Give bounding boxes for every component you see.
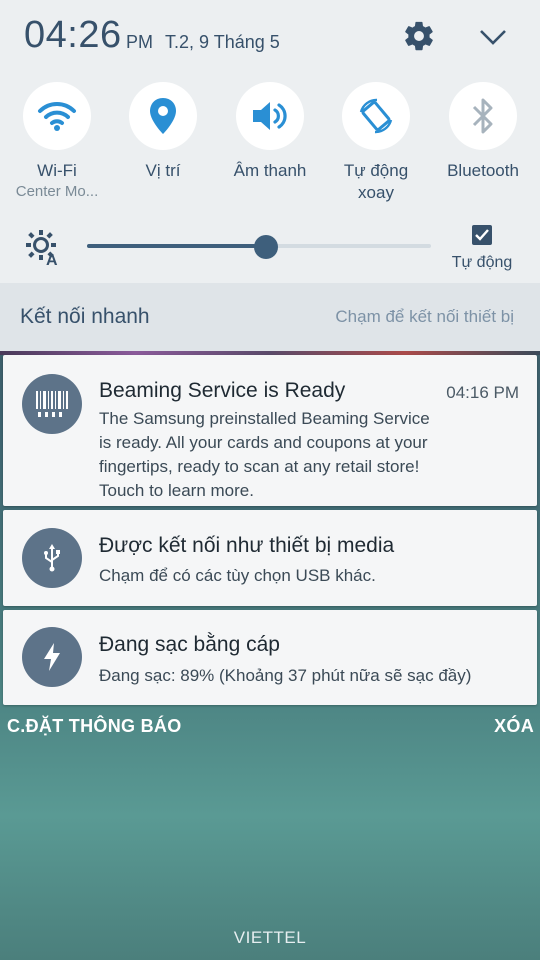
toggle-wifi[interactable]: Wi-Fi Center Mo... bbox=[2, 82, 112, 202]
notification-body-line: Đang sạc: 89% (Khoảng 37 phút nữa sẽ sạc… bbox=[99, 666, 472, 685]
volume-icon bbox=[253, 102, 287, 130]
toggle-location[interactable]: Vị trí bbox=[108, 82, 218, 182]
date-label: T.2, 9 Tháng 5 bbox=[165, 32, 280, 52]
clock-ampm: PM bbox=[126, 32, 153, 52]
notification-charging[interactable]: Đang sạc bằng cáp Đang sạc: 89% (Khoảng … bbox=[3, 610, 537, 705]
quick-connect-hint: Chạm để kết nối thiết bị bbox=[335, 307, 514, 326]
auto-rotate-icon bbox=[359, 98, 393, 134]
notification-body-line: The Samsung preinstalled Beaming Service bbox=[99, 409, 430, 428]
auto-brightness-label: Tự động bbox=[451, 254, 513, 271]
notification-body-line: fingertips, ready to scan at any retail … bbox=[99, 457, 420, 476]
notification-body-line: Touch to learn more. bbox=[99, 481, 254, 500]
toggle-label: Tự động bbox=[343, 161, 409, 180]
brightness-fill bbox=[87, 244, 266, 248]
quick-connect-bar[interactable]: Kết nối nhanh Chạm để kết nối thiết bị bbox=[0, 283, 540, 351]
toggle-label: Vị trí bbox=[145, 161, 181, 180]
quick-connect-title: Kết nối nhanh bbox=[20, 305, 150, 328]
toggle-sublabel: xoay bbox=[358, 183, 394, 202]
notification-body-line: is ready. All your cards and coupons at … bbox=[99, 433, 428, 452]
wifi-icon bbox=[38, 101, 76, 131]
carrier-label: VIETTEL bbox=[233, 928, 307, 947]
brightness-slider-handle[interactable] bbox=[254, 235, 278, 259]
notification-title: Được kết nối như thiết bị media bbox=[99, 534, 395, 557]
toggle-label: Âm thanh bbox=[233, 161, 307, 180]
notification-icon-badge bbox=[22, 528, 82, 588]
auto-brightness-checkbox[interactable] bbox=[472, 225, 492, 245]
location-icon bbox=[150, 98, 176, 134]
checkmark-icon bbox=[475, 229, 489, 241]
toggle-label: Wi-Fi bbox=[37, 161, 77, 180]
notification-settings-button[interactable]: C.ĐẶT THÔNG BÁO bbox=[7, 716, 182, 737]
quick-settings-panel: 04:26 PM T.2, 9 Tháng 5 Wi-Fi Center Mo.… bbox=[0, 0, 540, 283]
usb-icon bbox=[44, 544, 60, 572]
clock-time: 04:26 bbox=[24, 14, 122, 56]
notification-body: Chạm để có các tùy chọn USB khác. bbox=[99, 564, 519, 588]
toggle-bluetooth[interactable]: Bluetooth bbox=[428, 82, 538, 182]
notification-actions: C.ĐẶT THÔNG BÁO XÓA bbox=[0, 716, 540, 744]
charging-icon bbox=[44, 643, 60, 671]
notification-body: Đang sạc: 89% (Khoảng 37 phút nữa sẽ sạc… bbox=[99, 664, 519, 688]
notification-body-line: Chạm để có các tùy chọn USB khác. bbox=[99, 566, 376, 585]
toggle-sound[interactable]: Âm thanh bbox=[215, 82, 325, 182]
barcode-icon bbox=[36, 391, 68, 417]
notification-body: The Samsung preinstalled Beaming Service… bbox=[99, 407, 519, 503]
svg-text:A: A bbox=[46, 252, 58, 266]
clear-all-button[interactable]: XÓA bbox=[494, 716, 534, 737]
auto-brightness-icon: A bbox=[26, 230, 58, 266]
toggle-label: Bluetooth bbox=[447, 161, 519, 180]
notification-time: 04:16 PM bbox=[446, 383, 519, 402]
gear-icon[interactable] bbox=[402, 19, 436, 53]
notification-icon-badge bbox=[22, 627, 82, 687]
notification-title: Đang sạc bằng cáp bbox=[99, 633, 280, 656]
chevron-down-icon[interactable] bbox=[476, 22, 510, 52]
notification-title: Beaming Service is Ready bbox=[99, 379, 346, 402]
notification-beaming[interactable]: Beaming Service is Ready 04:16 PM The Sa… bbox=[3, 355, 537, 506]
toggle-sublabel: Center Mo... bbox=[15, 183, 99, 200]
notification-usb-media[interactable]: Được kết nối như thiết bị media Chạm để … bbox=[3, 510, 537, 606]
notification-icon-badge bbox=[22, 374, 82, 434]
bluetooth-icon bbox=[472, 98, 493, 134]
toggle-auto-rotate[interactable]: Tự động xoay bbox=[321, 82, 431, 204]
